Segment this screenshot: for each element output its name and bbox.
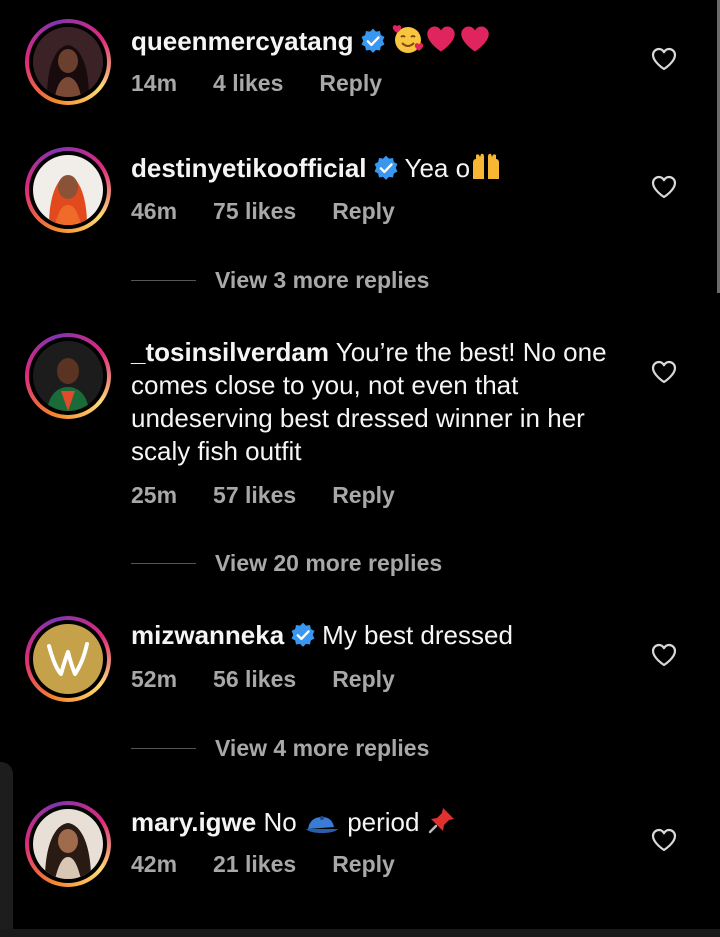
comment-time: 42m xyxy=(131,851,178,877)
heart-outline-icon[interactable] xyxy=(651,360,677,384)
heart-outline-icon[interactable] xyxy=(651,175,677,199)
comment-meta: 52m 56 likes Reply xyxy=(131,666,431,693)
comment-text: destinyetikoofficial Yea o xyxy=(131,151,631,189)
comment-message: Yea o xyxy=(404,153,471,183)
comment-likes[interactable]: 75 likes xyxy=(213,198,296,224)
verified-badge-icon xyxy=(373,155,399,181)
comment-username[interactable]: queenmercyatang xyxy=(131,26,354,56)
divider xyxy=(131,562,196,564)
avatar[interactable] xyxy=(25,333,111,419)
reply-button[interactable]: Reply xyxy=(332,198,395,224)
verified-badge-icon xyxy=(360,28,386,54)
view-more-replies-label[interactable]: View 4 more replies xyxy=(215,735,429,762)
divider xyxy=(131,747,196,749)
comment-message: No xyxy=(263,807,297,837)
comment-likes[interactable]: 56 likes xyxy=(213,666,296,692)
profile-photo-icon xyxy=(33,341,103,411)
avatar[interactable] xyxy=(25,19,111,105)
comment-meta: 42m 21 likes Reply xyxy=(131,851,431,878)
avatar[interactable] xyxy=(25,147,111,233)
comment-text: mizwanneka My best dressed xyxy=(131,619,631,652)
view-more-replies-button[interactable]: View 3 more replies xyxy=(131,265,429,295)
comment-meta: 46m 75 likes Reply xyxy=(131,198,431,225)
view-more-replies-button[interactable]: View 20 more replies xyxy=(131,548,442,578)
comment-meta: 14m 4 likes Reply xyxy=(131,70,418,97)
comment-likes[interactable]: 4 likes xyxy=(213,70,283,96)
view-more-replies-button[interactable]: View 4 more replies xyxy=(131,733,429,763)
blue-cap-icon xyxy=(304,810,340,843)
heart-outline-icon[interactable] xyxy=(651,828,677,852)
comment-meta: 25m 57 likes Reply xyxy=(131,482,431,509)
profile-photo-icon xyxy=(33,809,103,879)
comment-username[interactable]: mizwanneka xyxy=(131,620,284,650)
side-panel-handle[interactable] xyxy=(0,762,13,932)
comment-likes[interactable]: 21 likes xyxy=(213,851,296,877)
reply-button[interactable]: Reply xyxy=(332,482,395,508)
pushpin-icon xyxy=(427,805,457,843)
raising-hands-icon xyxy=(470,151,502,189)
comment-message: My best dressed xyxy=(322,620,513,650)
brand-logo-icon xyxy=(33,624,103,694)
comment-username[interactable]: _tosinsilverdam xyxy=(131,337,329,367)
profile-photo-icon xyxy=(33,155,103,225)
comment-likes[interactable]: 57 likes xyxy=(213,482,296,508)
comment-time: 14m xyxy=(131,70,178,96)
comment-username[interactable]: mary.igwe xyxy=(131,807,256,837)
verified-badge-icon xyxy=(290,622,316,648)
divider xyxy=(131,279,196,281)
avatar[interactable] xyxy=(25,801,111,887)
comment-username[interactable]: destinyetikoofficial xyxy=(131,153,367,183)
comment-text: mary.igwe No period xyxy=(131,805,631,843)
comment-time: 52m xyxy=(131,666,178,692)
heart-outline-icon[interactable] xyxy=(651,47,677,71)
smiling-face-with-hearts-icon xyxy=(392,24,424,62)
reply-button[interactable]: Reply xyxy=(332,851,395,877)
bottom-edge xyxy=(0,929,720,937)
comment-message-end: period xyxy=(347,807,420,837)
heart-outline-icon[interactable] xyxy=(651,643,677,667)
comment-text: _tosinsilverdam You’re the best! No one … xyxy=(131,336,631,468)
view-more-replies-label[interactable]: View 3 more replies xyxy=(215,267,429,294)
comment-time: 46m xyxy=(131,198,178,224)
red-heart-emoji-icon xyxy=(424,24,458,62)
comment-time: 25m xyxy=(131,482,178,508)
reply-button[interactable]: Reply xyxy=(319,70,382,96)
avatar[interactable] xyxy=(25,616,111,702)
profile-photo-icon xyxy=(33,27,103,97)
comment-text: queenmercyatang xyxy=(131,24,631,62)
view-more-replies-label[interactable]: View 20 more replies xyxy=(215,550,442,577)
reply-button[interactable]: Reply xyxy=(332,666,395,692)
red-heart-emoji-icon xyxy=(458,24,492,62)
